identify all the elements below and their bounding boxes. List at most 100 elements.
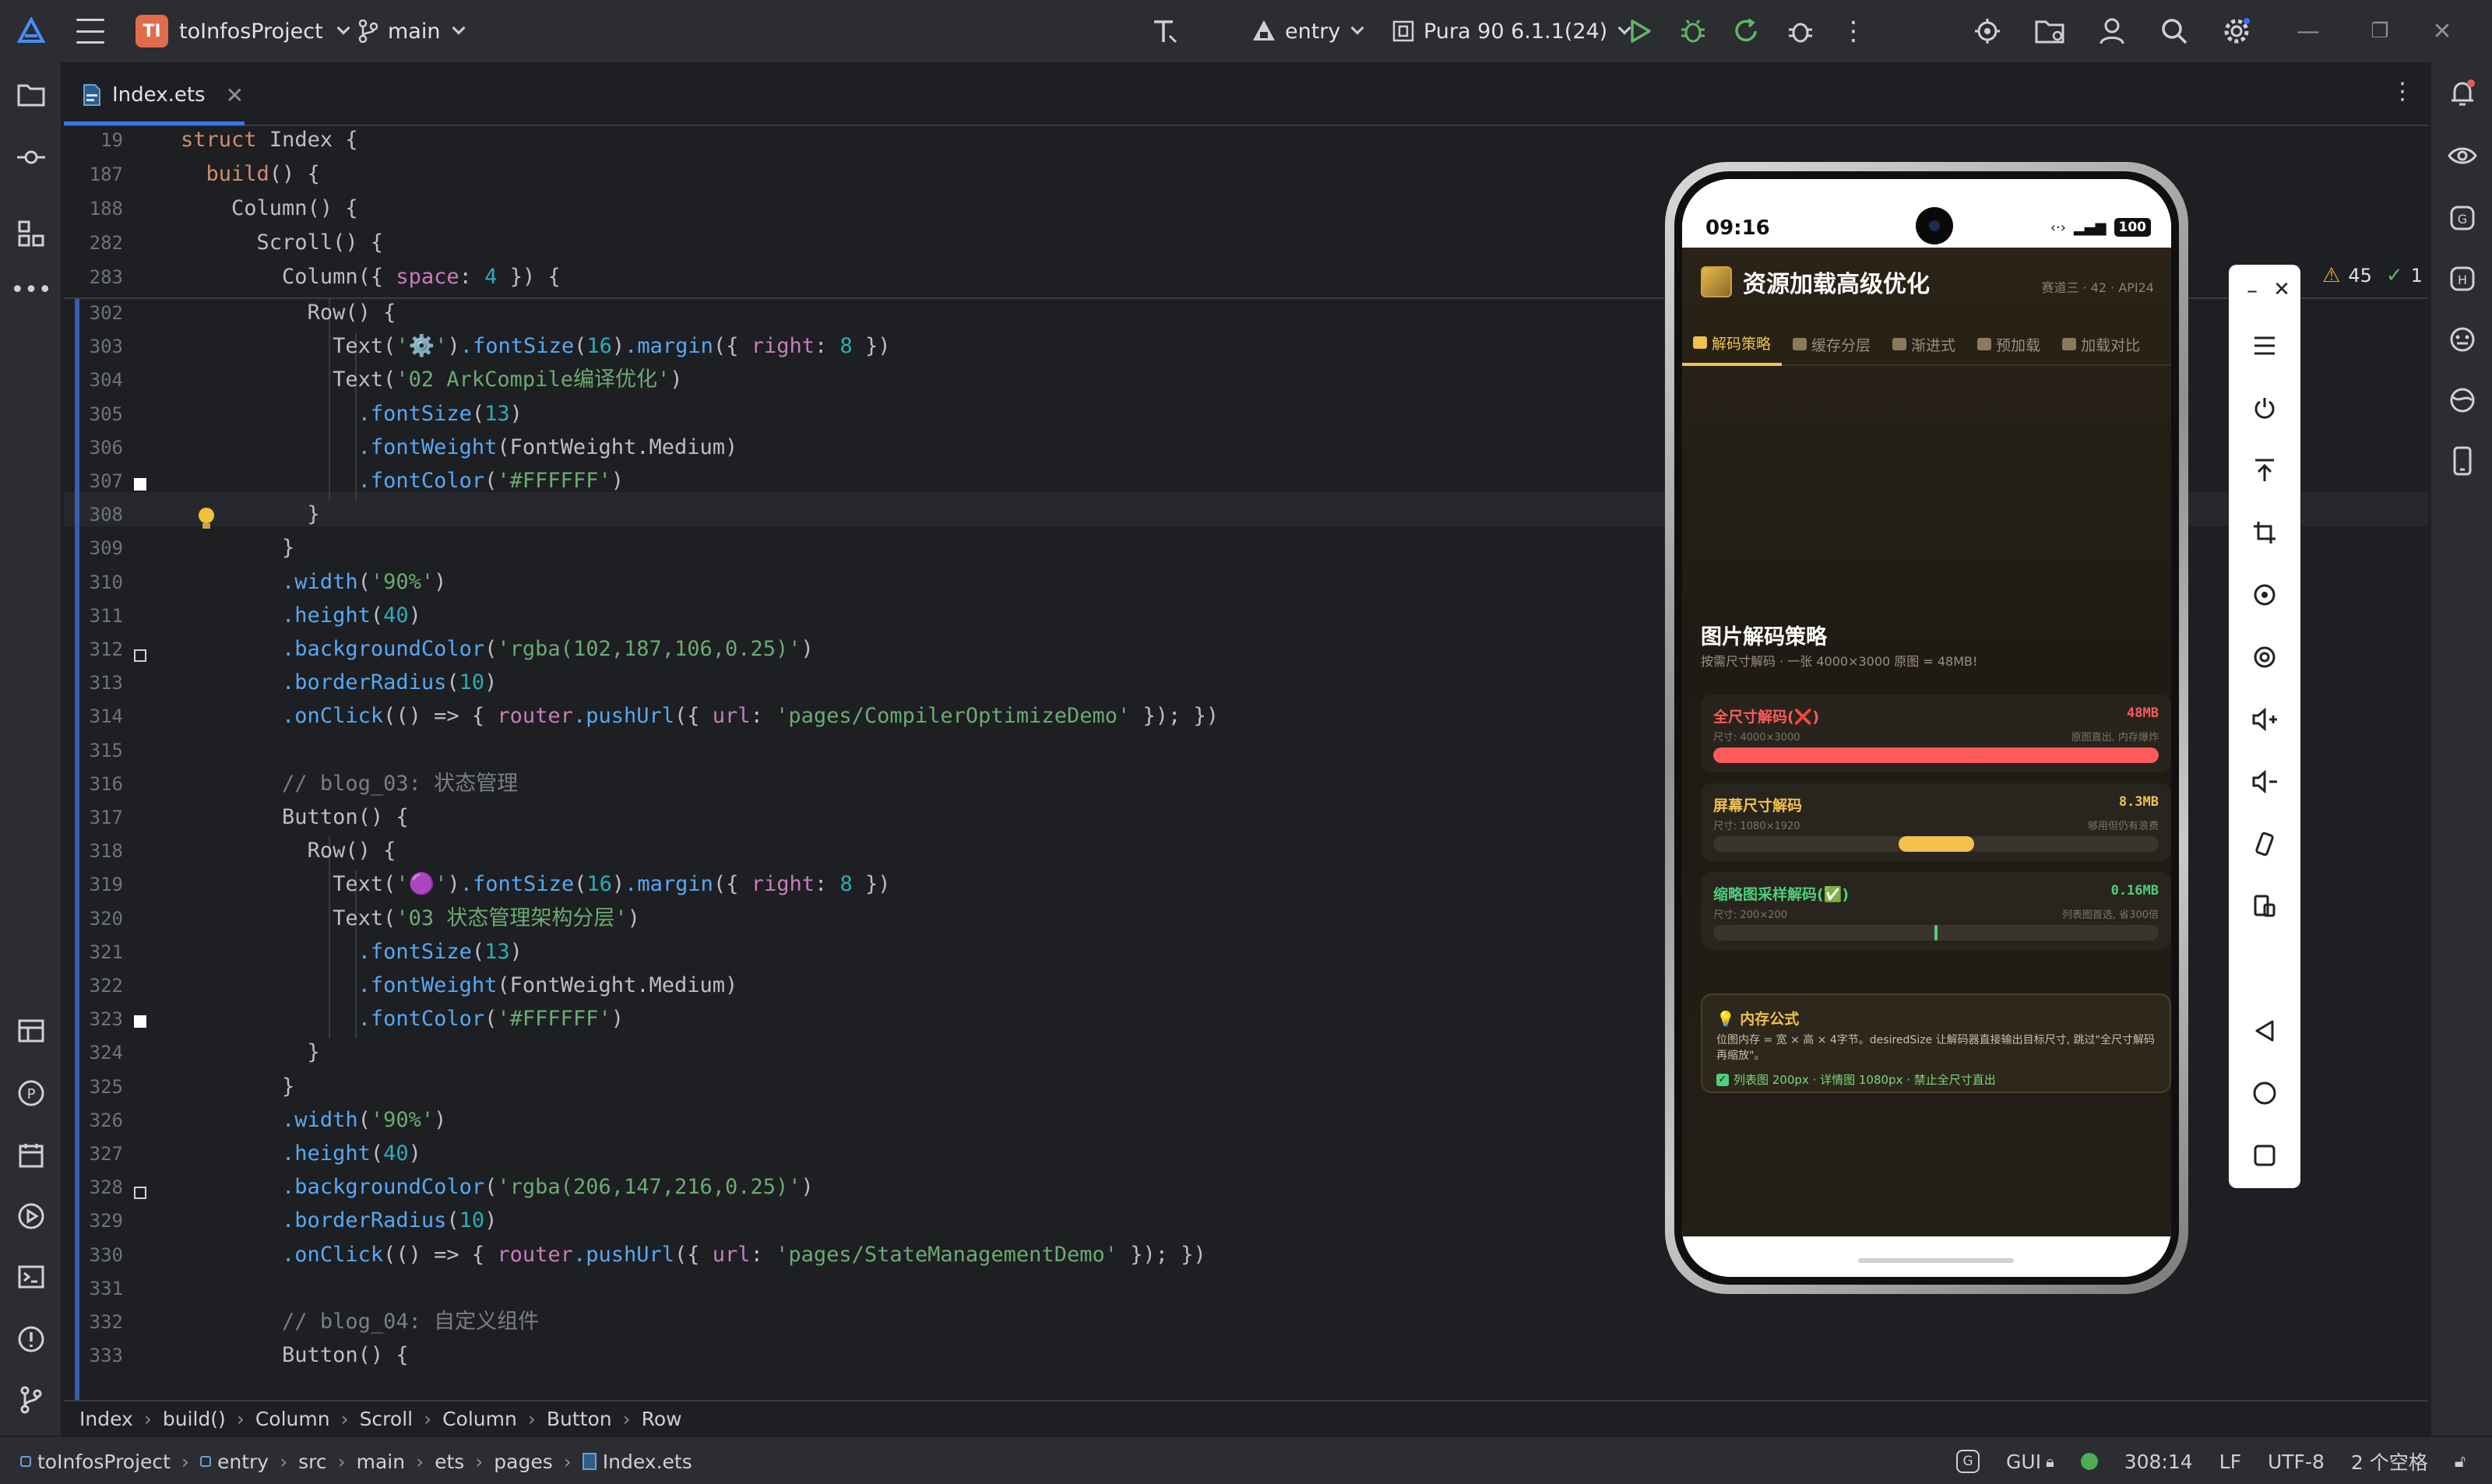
status-path-item[interactable]: pages: [494, 1451, 552, 1473]
screenshot-icon[interactable]: [2247, 640, 2282, 674]
code-line[interactable]: }: [181, 531, 1738, 565]
commit-icon[interactable]: [14, 140, 48, 174]
color-swatch-white[interactable]: [134, 478, 146, 491]
volume-down-icon[interactable]: [2247, 765, 2282, 799]
code-line[interactable]: }: [181, 1070, 1738, 1104]
code-line[interactable]: }: [181, 498, 1738, 532]
code-line[interactable]: // blog_03: 状态管理: [181, 767, 1738, 801]
maximize-window-icon[interactable]: ❐: [2364, 16, 2395, 47]
code-line[interactable]: // blog_04: 自定义组件: [181, 1305, 1738, 1339]
app-analyzer-icon[interactable]: [2445, 383, 2480, 417]
status-path-item[interactable]: main: [357, 1451, 405, 1473]
git-icon[interactable]: [14, 1383, 48, 1417]
attach-debugger-icon[interactable]: [1783, 14, 1818, 48]
main-menu-icon[interactable]: [76, 19, 104, 44]
more-tool-windows-icon[interactable]: •••: [10, 273, 51, 307]
terminal-icon[interactable]: [14, 1260, 48, 1294]
code-line[interactable]: .height(40): [181, 599, 1738, 633]
sticky-code-line[interactable]: Scroll() {: [181, 226, 1738, 260]
code-line[interactable]: .onClick(() => { router.pushUrl({ url: '…: [181, 699, 1738, 733]
preview-eye-icon[interactable]: [2445, 139, 2480, 173]
code-line[interactable]: Text('03 状态管理架构分层'): [181, 902, 1738, 936]
deveco-logo-icon[interactable]: [16, 16, 46, 45]
tab-options-icon[interactable]: ⋮: [2391, 78, 2414, 112]
code-line[interactable]: }: [181, 1036, 1738, 1070]
project-selector[interactable]: TI toInfosProject: [136, 14, 350, 48]
code-line[interactable]: .borderRadius(10): [181, 1204, 1738, 1238]
breadcrumb-item[interactable]: build(): [163, 1408, 226, 1430]
code-line[interactable]: .fontWeight(FontWeight.Medium): [181, 431, 1738, 465]
run-icon[interactable]: [1623, 14, 1657, 48]
target-icon[interactable]: [1970, 14, 2005, 48]
profiler-icon[interactable]: P: [14, 1076, 48, 1110]
code-line[interactable]: .borderRadius(10): [181, 666, 1738, 700]
color-swatch-rgba-purple[interactable]: [134, 1187, 146, 1199]
breadcrumb-item[interactable]: Row: [642, 1408, 682, 1430]
project-folder-icon[interactable]: [2033, 14, 2067, 48]
app-tab-preload[interactable]: 预加载: [1966, 322, 2051, 366]
status-path-item[interactable]: src: [298, 1451, 327, 1473]
code-line[interactable]: .fontWeight(FontWeight.Medium): [181, 969, 1738, 1003]
code-line[interactable]: .fontColor('#FFFFFF'): [181, 1002, 1738, 1036]
sticky-code-line[interactable]: build() {: [181, 157, 1738, 192]
decode-card[interactable]: 全尺寸解码(❌) 尺寸: 4000×3000 48MB 原图直出, 内存爆炸: [1701, 695, 2171, 772]
code-line[interactable]: Text('⚙️').fontSize(16).margin({ right: …: [181, 329, 1738, 364]
code-line[interactable]: Button() {: [181, 800, 1738, 835]
home-nav-icon[interactable]: [2247, 1076, 2282, 1110]
crop-icon[interactable]: [2247, 515, 2282, 550]
code-line[interactable]: Row() {: [181, 296, 1738, 330]
run-config-selector[interactable]: entry: [1251, 14, 1364, 48]
code-line[interactable]: .width('90%'): [181, 1103, 1738, 1138]
upload-top-icon[interactable]: [2247, 453, 2282, 487]
breadcrumb-item[interactable]: Column: [442, 1408, 517, 1430]
indent-setting[interactable]: 2 个空格: [2351, 1447, 2428, 1475]
close-tab-icon[interactable]: ✕: [226, 83, 244, 108]
breadcrumb-item[interactable]: Scroll: [360, 1408, 414, 1430]
breadcrumb-item[interactable]: Column: [255, 1408, 330, 1430]
device-manager-icon[interactable]: [2445, 322, 2480, 357]
emulator-menu-icon[interactable]: [2247, 329, 2282, 363]
app-tab-compare[interactable]: 加载对比: [2051, 322, 2151, 366]
device-selector[interactable]: Pura 90 6.1.1(24): [1391, 14, 1631, 48]
inspections-widget[interactable]: ⚠ 45 ✓ 1 ︿ ﹀: [2322, 260, 2428, 291]
app-tab-cache[interactable]: 缓存分层: [1782, 322, 1881, 366]
rotate-device-icon[interactable]: [2247, 827, 2282, 861]
table-icon[interactable]: [14, 1014, 48, 1048]
emulator-close-icon[interactable]: ✕: [2265, 273, 2299, 307]
text-tool-icon[interactable]: [1148, 14, 1182, 48]
sticky-code-line[interactable]: struct Index {: [181, 128, 1738, 157]
code-line[interactable]: .onClick(() => { router.pushUrl({ url: '…: [181, 1238, 1738, 1272]
sticky-code-line[interactable]: Column({ space: 4 }) {: [181, 260, 1738, 294]
recents-nav-icon[interactable]: [2247, 1138, 2282, 1173]
home-indicator[interactable]: [1858, 1258, 2014, 1263]
code-line[interactable]: [181, 1271, 1738, 1306]
power-icon[interactable]: [2247, 391, 2282, 425]
file-encoding[interactable]: UTF-8: [2268, 1451, 2325, 1473]
run-window-icon[interactable]: [14, 1199, 48, 1233]
debug-icon[interactable]: [1676, 14, 1710, 48]
project-view-folder-icon[interactable]: [14, 78, 48, 112]
code-line[interactable]: .height(40): [181, 1137, 1738, 1171]
codegenie-status-icon[interactable]: G: [1956, 1450, 1980, 1473]
code-line[interactable]: Text('02 ArkCompile编译优化'): [181, 363, 1738, 397]
decode-card[interactable]: 缩略图采样解码(✅) 尺寸: 200×200 0.16MB 列表图首选, 省300倍: [1701, 872, 2171, 950]
intention-bulb-icon[interactable]: [195, 506, 218, 533]
code-line[interactable]: .backgroundColor('rgba(206,147,216,0.25)…: [181, 1170, 1738, 1204]
status-path-item[interactable]: Index.ets: [603, 1451, 692, 1473]
todo-calendar-icon[interactable]: [14, 1138, 48, 1173]
close-window-icon[interactable]: ✕: [2427, 16, 2458, 47]
line-separator[interactable]: LF: [2219, 1451, 2241, 1473]
decode-card[interactable]: 屏幕尺寸解码 尺寸: 1080×1920 8.3MB 够用但仍有浪费: [1701, 783, 2171, 861]
code-line[interactable]: [181, 733, 1738, 768]
settings-gear-icon[interactable]: [2219, 14, 2254, 48]
search-icon[interactable]: [2157, 14, 2191, 48]
code-line[interactable]: .fontColor('#FFFFFF'): [181, 464, 1738, 498]
fold-device-icon[interactable]: [2247, 889, 2282, 923]
sticky-code-line[interactable]: Column() {: [181, 192, 1738, 226]
minimize-window-icon[interactable]: —: [2293, 16, 2324, 47]
status-path-item[interactable]: toInfosProject: [37, 1451, 171, 1473]
readonly-lock-icon[interactable]: 🔓︎: [2455, 1452, 2466, 1472]
status-path-item[interactable]: entry: [217, 1451, 269, 1473]
structure-icon[interactable]: [14, 216, 48, 251]
notifications-bell-icon[interactable]: [2445, 76, 2480, 111]
